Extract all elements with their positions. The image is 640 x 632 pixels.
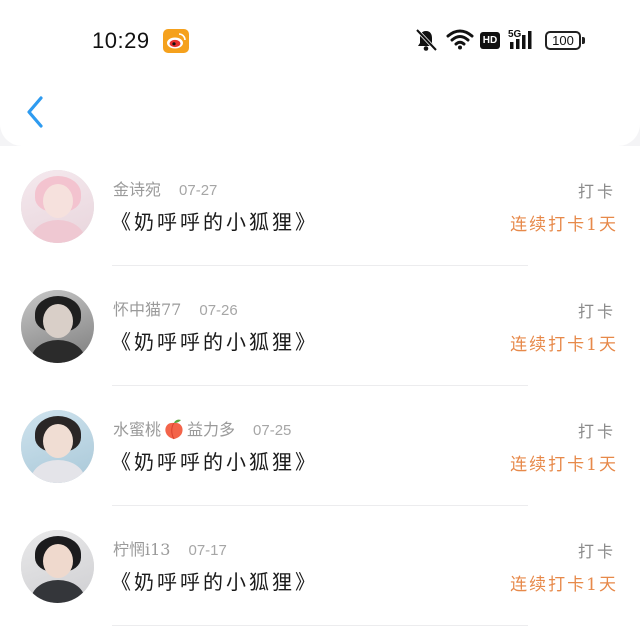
header-bar: 10:29 HD 5G 100 <box>0 0 640 146</box>
checkin-label: 打卡 <box>577 422 616 441</box>
list-item[interactable]: 柠惘i13 07-17 《奶呼呼的小狐狸》 打卡 连续打卡1天 <box>0 506 640 626</box>
username[interactable]: 水蜜桃 益力多 <box>113 418 236 440</box>
battery-tip <box>582 37 585 44</box>
weibo-icon <box>163 29 189 53</box>
status-bar: 10:29 HD 5G 100 <box>0 0 640 80</box>
hd-icon: HD <box>480 32 500 49</box>
checkin-label: 打卡 <box>577 542 616 561</box>
status-time: 10:29 <box>92 28 150 53</box>
list-item[interactable]: 金诗宛 07-27 《奶呼呼的小狐狸》 打卡 连续打卡1天 <box>0 146 640 266</box>
book-title[interactable]: 《奶呼呼的小狐狸》 <box>111 446 318 475</box>
username[interactable]: 柠惘i13 <box>113 540 170 559</box>
avatar[interactable] <box>21 410 94 483</box>
item-meta: 金诗宛 07-27 <box>113 176 217 200</box>
checkin-label: 打卡 <box>577 302 616 321</box>
signal-icon: 5G <box>508 28 540 56</box>
checkin-label: 打卡 <box>577 182 616 201</box>
divider <box>112 625 528 626</box>
network-type: 5G <box>508 29 522 40</box>
username[interactable]: 金诗宛 <box>113 180 161 199</box>
streak-label: 连续打卡1天 <box>510 575 618 595</box>
checkin-list: 金诗宛 07-27 《奶呼呼的小狐狸》 打卡 连续打卡1天 怀中猫77 07-26 … <box>0 146 640 632</box>
chevron-left-icon <box>27 96 43 128</box>
battery-icon: 100 <box>545 31 581 50</box>
username-part: 益力多 <box>187 420 236 439</box>
back-button[interactable] <box>14 88 58 136</box>
list-item[interactable]: 水蜜桃 益力多 07-25 《奶呼呼的小狐狸》 打卡 连续打卡1天 <box>0 386 640 506</box>
streak-label: 连续打卡1天 <box>510 215 618 235</box>
mute-icon <box>415 28 438 56</box>
username[interactable]: 怀中猫77 <box>113 300 181 319</box>
streak-label: 连续打卡1天 <box>510 335 618 355</box>
item-meta: 水蜜桃 益力多 07-25 <box>113 416 291 440</box>
book-title[interactable]: 《奶呼呼的小狐狸》 <box>111 566 318 595</box>
wifi-icon <box>446 28 474 54</box>
date: 07-17 <box>188 542 227 559</box>
date: 07-27 <box>179 182 218 199</box>
peach-icon <box>163 418 185 440</box>
book-title[interactable]: 《奶呼呼的小狐狸》 <box>111 326 318 355</box>
item-meta: 柠惘i13 07-17 <box>113 536 227 560</box>
list-item[interactable]: 怀中猫77 07-26 《奶呼呼的小狐狸》 打卡 连续打卡1天 <box>0 266 640 386</box>
streak-label: 连续打卡1天 <box>510 455 618 475</box>
book-title[interactable]: 《奶呼呼的小狐狸》 <box>111 206 318 235</box>
item-meta: 怀中猫77 07-26 <box>113 296 238 320</box>
date: 07-26 <box>199 302 238 319</box>
avatar[interactable] <box>21 530 94 603</box>
username-part: 水蜜桃 <box>113 420 162 439</box>
date: 07-25 <box>253 422 292 439</box>
avatar[interactable] <box>21 170 94 243</box>
avatar[interactable] <box>21 290 94 363</box>
